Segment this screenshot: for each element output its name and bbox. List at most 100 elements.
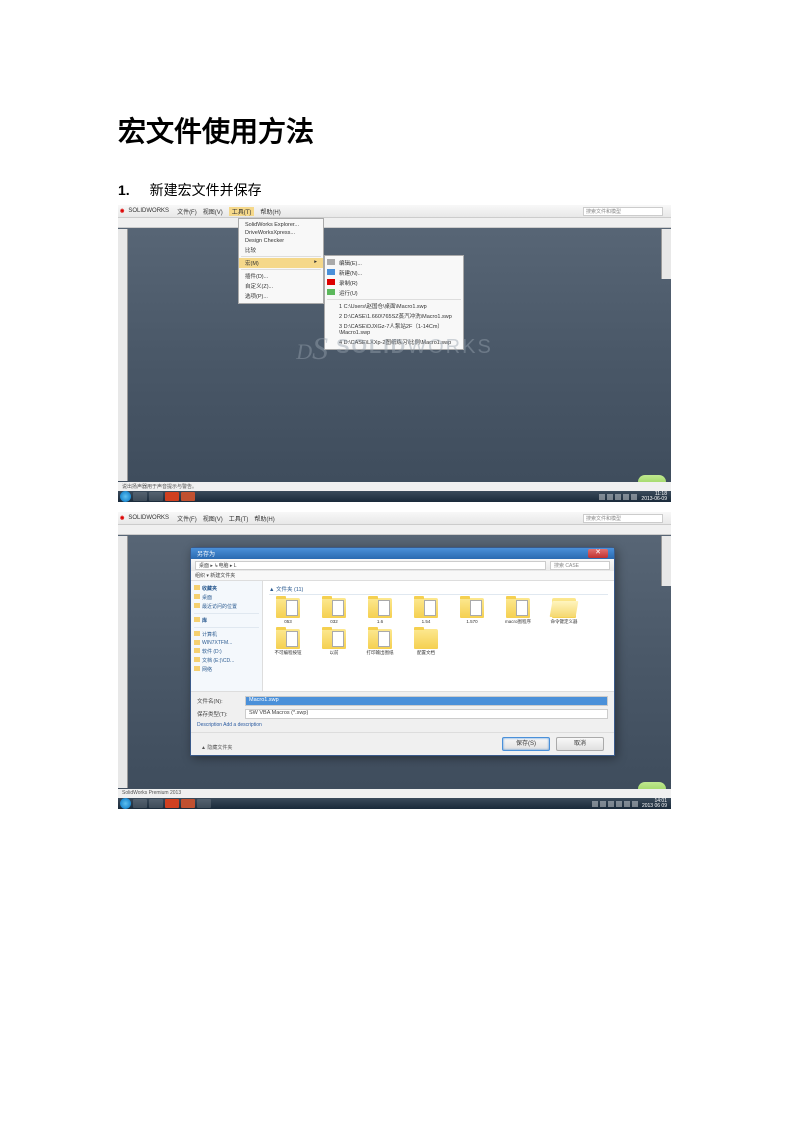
search-input[interactable]: 搜索文件和模型 <box>583 514 663 523</box>
taskbar-icon[interactable] <box>149 799 163 808</box>
menu-design-checker[interactable]: Design Checker <box>239 237 323 245</box>
menu-view[interactable]: 视图(V) <box>203 514 223 523</box>
filename-input[interactable]: Macro1.swp <box>245 696 608 706</box>
file-list: ▲ 文件夹 (11) 053 032 1.6 1.54 1.570 macro图… <box>263 581 614 691</box>
path-input[interactable]: 桌面 ▸ ↳电脑 ▸ L <box>195 561 546 570</box>
filetype-label: 保存类型(T): <box>197 710 245 718</box>
right-panel <box>661 229 671 279</box>
dialog-title-text: 另存为 <box>197 549 215 558</box>
sidebar-item[interactable]: 文档 (E:)\CD... <box>194 656 259 665</box>
solidworks-logo-icon: ◉ <box>120 515 124 521</box>
macro-recent-1[interactable]: 1 C:\Users\赵国仓\桌面\Macro1.swp <box>325 301 463 311</box>
menu-compare[interactable]: 比较 <box>239 245 323 255</box>
taskbar-icon[interactable] <box>165 492 179 501</box>
save-button[interactable]: 保存(S) <box>502 737 550 751</box>
folder-item[interactable]: 不可编程按钮 <box>269 629 307 656</box>
taskbar-icon[interactable] <box>181 799 195 808</box>
hide-folders-toggle[interactable]: ▲ 隐藏文件夹 <box>201 744 232 751</box>
macro-record[interactable]: 录制(R) <box>325 278 463 288</box>
tray-icon[interactable] <box>624 801 630 807</box>
menu-tools[interactable]: 工具(T) <box>229 207 255 216</box>
statusbar: SolidWorks Premium 2013 <box>118 789 671 798</box>
sidebar-item[interactable]: 软件 (D:) <box>194 647 259 656</box>
folder-item[interactable]: 打印输出图纸 <box>361 629 399 656</box>
dialog-toolbar: 组织 ▾ 新建文件夹 <box>191 571 614 581</box>
dialog-sidebar: 收藏夹 桌面 最近访问的位置 库 计算机 WIN7XTFM... 软件 (D:)… <box>191 581 263 691</box>
taskbar-icon[interactable] <box>133 492 147 501</box>
menu-solidworks-explorer[interactable]: SolidWorks Explorer... <box>239 221 323 229</box>
sidebar-network[interactable]: 网络 <box>194 665 259 674</box>
dialog-search-input[interactable]: 搜索 CASE <box>550 561 610 570</box>
page-title: 宏文件使用方法 <box>118 110 683 150</box>
sidebar-library[interactable]: 库 <box>194 616 259 625</box>
windows-taskbar: 14:01 2013 06 09 <box>118 798 671 809</box>
menu-help[interactable]: 帮助(H) <box>254 514 274 523</box>
search-input[interactable]: 搜索文件和模型 <box>583 207 663 216</box>
folder-item[interactable]: macro图程序 <box>499 598 537 625</box>
tray-icon[interactable] <box>632 801 638 807</box>
filetype-select[interactable]: SW VBA Macros (*.swp) <box>245 709 608 719</box>
taskbar-icon[interactable] <box>149 492 163 501</box>
tray-icon[interactable] <box>600 801 606 807</box>
sidebar-computer[interactable]: 计算机 <box>194 630 259 639</box>
tray-icon[interactable] <box>607 494 613 500</box>
left-panel <box>118 229 128 481</box>
left-panel <box>118 536 128 788</box>
folder-item[interactable]: 以前 <box>315 629 353 656</box>
cancel-button[interactable]: 取消 <box>556 737 604 751</box>
section-header: ▲ 文件夹 (11) <box>269 585 608 595</box>
folder-item[interactable]: 1.6 <box>361 598 399 625</box>
tray-icon[interactable] <box>599 494 605 500</box>
folder-item[interactable]: 053 <box>269 598 307 625</box>
start-button[interactable] <box>120 491 131 502</box>
menu-file[interactable]: 文件(F) <box>177 207 197 216</box>
tray-icon[interactable] <box>616 801 622 807</box>
screenshot-1: ◉ SOLIDWORKS 文件(F) 视图(V) 工具(T) 帮助(H) 搜索文… <box>118 205 671 502</box>
clock: 14:01 2013 06 09 <box>640 799 669 809</box>
menu-options[interactable]: 选项(P)... <box>239 291 323 301</box>
menu-view[interactable]: 视图(V) <box>203 207 223 216</box>
macro-recent-2[interactable]: 2 D:\CASE\1.660\765SZ蒸汽冲洗\Macro1.swp <box>325 311 463 321</box>
folder-item[interactable]: 032 <box>315 598 353 625</box>
menu-driveworks[interactable]: DriveWorksXpress... <box>239 229 323 237</box>
sidebar-favorites[interactable]: 收藏夹 <box>194 584 259 593</box>
menu-tools[interactable]: 工具(T) <box>229 514 249 523</box>
tray-icon[interactable] <box>615 494 621 500</box>
screenshot-2: ◉ SOLIDWORKS 文件(F) 视图(V) 工具(T) 帮助(H) 搜索文… <box>118 512 671 809</box>
menu-macro[interactable]: 宏(M)▸ <box>239 258 323 268</box>
tray-icon[interactable] <box>592 801 598 807</box>
tray-icon[interactable] <box>608 801 614 807</box>
folder-item[interactable]: 1.54 <box>407 598 445 625</box>
tray-icon[interactable] <box>631 494 637 500</box>
menu-file[interactable]: 文件(F) <box>177 514 197 523</box>
taskbar-icon[interactable] <box>133 799 147 808</box>
save-as-dialog: 另存为 ✕ 桌面 ▸ ↳电脑 ▸ L 搜索 CASE 组织 ▾ 新建文件夹 收藏… <box>190 547 615 756</box>
menu-help[interactable]: 帮助(H) <box>260 207 280 216</box>
taskbar-icon[interactable] <box>165 799 179 808</box>
close-button[interactable]: ✕ <box>588 549 608 558</box>
folder-item[interactable]: 配置文档 <box>407 629 445 656</box>
step-heading: 1. 新建宏文件并保存 <box>118 180 683 200</box>
menu-addins[interactable]: 插件(D)... <box>239 271 323 281</box>
clock: 11:18 2013-06-09 <box>639 492 669 502</box>
folder-item[interactable]: 1.570 <box>453 598 491 625</box>
sidebar-item[interactable]: WIN7XTFM... <box>194 639 259 647</box>
sidebar-item[interactable]: 最近访问的位置 <box>194 602 259 611</box>
menubar: ◉ SOLIDWORKS 文件(F) 视图(V) 工具(T) 帮助(H) 搜索文… <box>118 512 671 525</box>
tray-icon[interactable] <box>623 494 629 500</box>
solidworks-logo-icon: ◉ <box>120 208 124 214</box>
description-link[interactable]: Description Add a description <box>197 722 608 728</box>
tools-dropdown: SolidWorks Explorer... DriveWorksXpress.… <box>238 218 324 304</box>
filename-label: 文件名(N): <box>197 697 245 705</box>
macro-edit[interactable]: 编辑(E)... <box>325 258 463 268</box>
taskbar-icon[interactable] <box>197 799 211 808</box>
folder-item[interactable]: 命令键定义器 <box>545 598 583 625</box>
toolbar <box>118 525 671 535</box>
solidworks-text: SOLIDWORKS <box>336 336 493 359</box>
taskbar-icon[interactable] <box>181 492 195 501</box>
macro-run[interactable]: 运行(U) <box>325 288 463 298</box>
menu-customize[interactable]: 自定义(Z)... <box>239 281 323 291</box>
sidebar-item[interactable]: 桌面 <box>194 593 259 602</box>
start-button[interactable] <box>120 798 131 809</box>
macro-new[interactable]: 新建(N)... <box>325 268 463 278</box>
